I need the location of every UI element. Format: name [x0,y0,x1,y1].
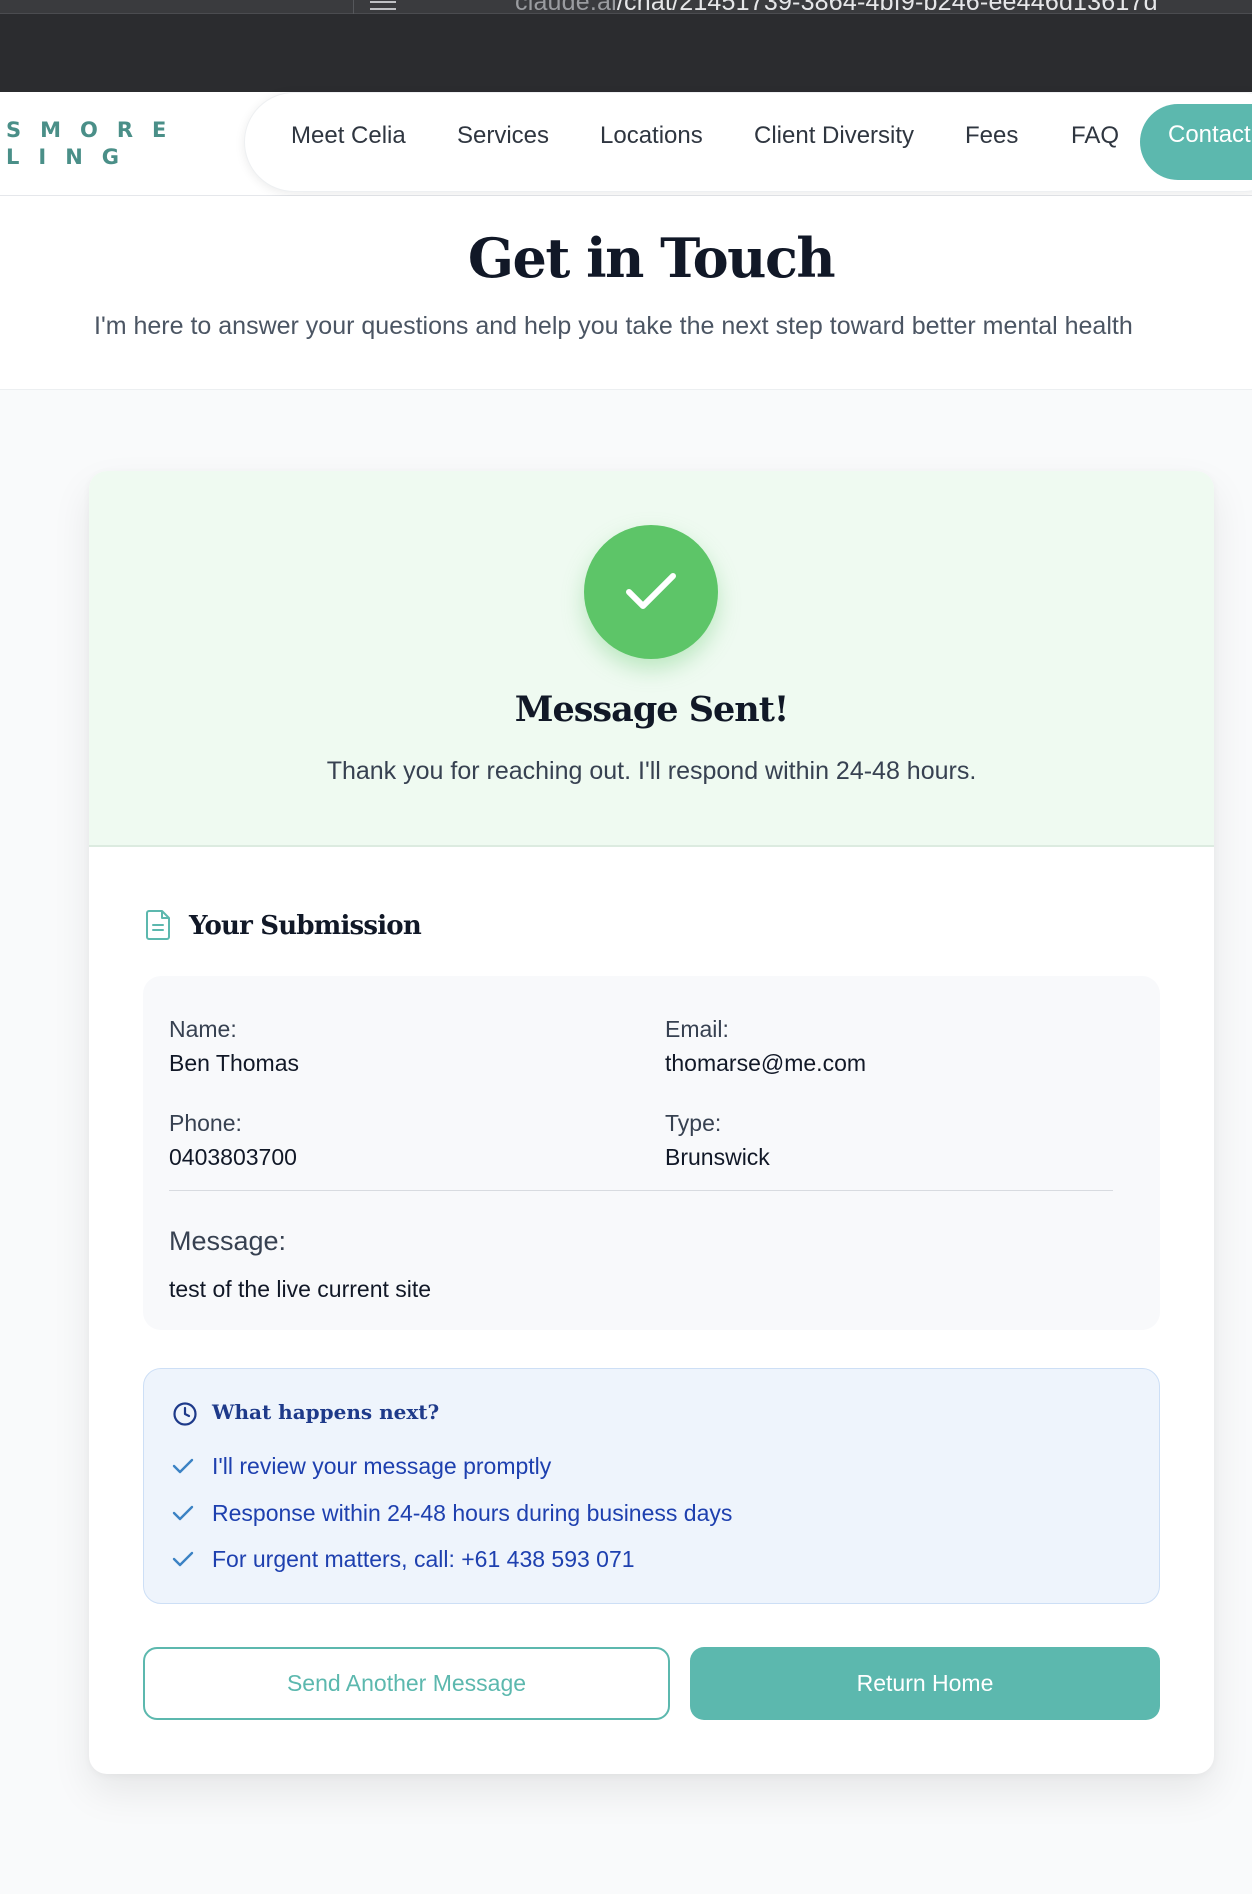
url-path: /chat/21451739-3864-4bf9-b246-ee446d1361… [616,0,1158,16]
submission-details: Name: Ben Thomas Email: thomarse@me.com … [143,976,1160,1330]
hero: Get in Touch I'm here to answer your que… [0,196,1252,390]
message-label: Message: [169,1226,287,1256]
send-another-message-button[interactable]: Send Another Message [143,1647,670,1720]
check-icon [172,1551,194,1567]
logo-line-2: LING [6,145,139,169]
next-step-text: I'll review your message promptly [212,1453,552,1479]
confirmation-card: Message Sent! Thank you for reaching out… [89,471,1214,1774]
type-value: Brunswick [665,1144,770,1170]
logo-line-1: SMORE [6,118,186,142]
nav-locations[interactable]: Locations [600,122,703,150]
nav-services[interactable]: Services [457,122,549,150]
nav-client-diversity[interactable]: Client Diversity [754,122,914,150]
site-header: SMORE LING Meet Celia Services Locations… [0,92,1252,196]
success-panel: Message Sent! Thank you for reaching out… [89,471,1214,847]
next-steps-title: What happens next? [212,1400,440,1424]
check-icon [172,1458,194,1474]
name-label: Name: [169,1016,237,1042]
document-icon [146,910,170,940]
nav-meet-celia[interactable]: Meet Celia [291,122,406,150]
logo[interactable]: SMORE LING [6,117,185,171]
email-value: thomarse@me.com [665,1050,867,1076]
type-label: Type: [665,1110,722,1136]
address-bar-divider [353,0,354,14]
clock-icon [173,1402,197,1426]
name-value: Ben Thomas [169,1050,299,1076]
nav-fees[interactable]: Fees [965,122,1018,150]
check-icon [584,525,718,659]
message-value: test of the live current site [169,1276,432,1302]
nav-faq[interactable]: FAQ [1071,122,1119,150]
phone-value: 0403803700 [169,1144,297,1170]
address-bar[interactable]: claude.ai/chat/21451739-3864-4bf9-b246-e… [0,0,1252,17]
page-title: Get in Touch [467,226,836,290]
next-step-text: For urgent matters, call: +61 438 593 07… [212,1546,635,1572]
phone-label: Phone: [169,1110,242,1136]
details-divider [169,1190,1113,1191]
browser-chrome: claude.ai/chat/21451739-3864-4bf9-b246-e… [0,0,1252,92]
check-icon [172,1505,194,1521]
menu-icon[interactable] [370,0,396,12]
email-label: Email: [665,1016,729,1042]
submission-title: Your Submission [189,911,422,941]
success-message: Thank you for reaching out. I'll respond… [326,757,977,785]
next-step-text: Response within 24-48 hours during busin… [212,1500,733,1526]
next-steps-box: What happens next? I'll review your mess… [143,1368,1160,1604]
main-nav: Meet Celia Services Locations Client Div… [244,92,1252,192]
success-title: Message Sent! [514,689,790,730]
url-text[interactable]: claude.ai/chat/21451739-3864-4bf9-b246-e… [515,0,1158,17]
page-subtitle: I'm here to answer your questions and he… [94,312,1133,340]
url-domain: claude.ai [515,0,617,16]
nav-contact-button[interactable]: Contact [1140,104,1252,180]
return-home-button[interactable]: Return Home [690,1647,1160,1720]
